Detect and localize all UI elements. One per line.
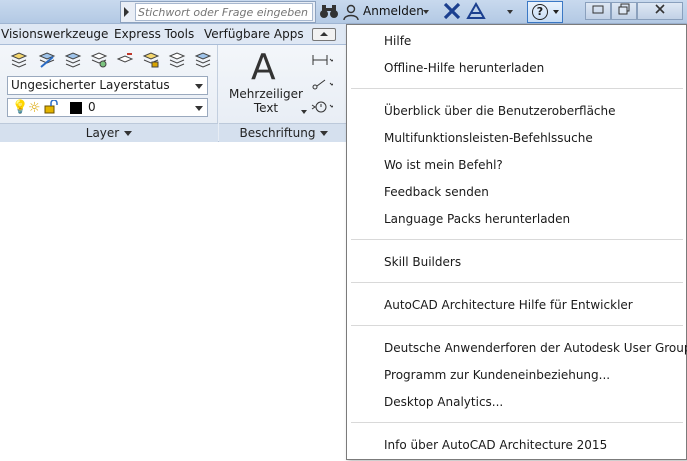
menu-separator	[351, 239, 683, 240]
chevron-down-icon[interactable]	[195, 84, 203, 89]
menu-separator	[351, 88, 683, 89]
help-question-icon: ?	[532, 4, 548, 20]
ribbon-minimize-button[interactable]	[312, 28, 336, 41]
dimension-icon[interactable]	[311, 53, 335, 69]
menu-item-desktop-analytics[interactable]: Desktop Analytics...	[384, 395, 503, 409]
menu-separator	[351, 282, 683, 283]
layer-off-icon[interactable]	[116, 51, 134, 69]
menu-item-language-packs[interactable]: Language Packs herunterladen	[384, 212, 570, 226]
mtext-icon[interactable]: A	[251, 47, 276, 88]
menu-item-developer-help[interactable]: AutoCAD Architecture Hilfe für Entwickle…	[384, 298, 633, 312]
restore-button[interactable]	[611, 2, 637, 20]
menu-item-ribbon-search[interactable]: Multifunktionsleisten-Befehlssuche	[384, 131, 593, 145]
sun-icon: ☼	[28, 100, 41, 116]
menu-item-about[interactable]: Info über AutoCAD Architecture 2015	[384, 438, 607, 452]
annotation-panel: A Mehrzeiliger Text Beschriftung	[219, 45, 349, 142]
layer-panel: Ungesicherter Layerstatus 💡 ☼ 0 Layer	[0, 45, 218, 142]
layer-color-swatch	[70, 102, 82, 114]
menu-item-skill-builders[interactable]: Skill Builders	[384, 255, 461, 269]
search-expand-icon[interactable]	[124, 7, 129, 17]
autodesk-360-icon[interactable]	[466, 1, 486, 22]
menu-item-where-is-command[interactable]: Wo ist mein Befehl?	[384, 158, 503, 172]
search-box	[120, 1, 316, 23]
chevron-down-icon	[320, 131, 329, 136]
exchange-apps-icon[interactable]	[443, 2, 461, 22]
binoculars-search-icon[interactable]	[318, 2, 340, 22]
minimize-button[interactable]	[585, 2, 611, 20]
menu-separator	[351, 422, 683, 423]
annotation-panel-title[interactable]: Beschriftung	[219, 123, 349, 142]
close-button[interactable]	[637, 2, 683, 20]
menu-separator	[351, 325, 683, 326]
unlock-icon	[44, 99, 60, 116]
help-button[interactable]: ?	[527, 1, 563, 23]
menu-item-customer-program[interactable]: Programm zur Kundeneinbeziehung...	[384, 368, 610, 382]
leader-icon[interactable]	[311, 77, 335, 93]
layer-state-value: Ungesicherter Layerstatus	[11, 78, 170, 92]
menu-item-offline-help[interactable]: Offline-Hilfe herunterladen	[384, 61, 544, 75]
lightbulb-icon: 💡	[12, 100, 29, 115]
mtext-button-label[interactable]: Mehrzeiliger Text	[227, 87, 305, 115]
tab-available-apps[interactable]: Verfügbare Apps	[204, 27, 304, 41]
chevron-down-icon[interactable]	[423, 10, 429, 14]
menu-item-hilfe[interactable]: Hilfe	[384, 34, 411, 48]
search-input[interactable]	[135, 3, 313, 21]
layer-match-icon[interactable]	[90, 51, 108, 69]
layer-walk-icon[interactable]	[168, 51, 186, 69]
layer-panel-title[interactable]: Layer	[0, 123, 218, 142]
layer-properties-icon[interactable]	[10, 51, 28, 69]
layer-lock-icon[interactable]	[142, 51, 160, 69]
layer-dropdown[interactable]: 💡 ☼ 0	[7, 98, 208, 117]
tab-express-tools[interactable]: Express Tools	[114, 27, 194, 41]
chevron-down-icon[interactable]	[507, 10, 513, 14]
menu-item-ui-overview[interactable]: Überblick über die Benutzeroberfläche	[384, 104, 616, 118]
user-icon[interactable]	[342, 3, 360, 21]
layer-state-dropdown[interactable]: Ungesicherter Layerstatus	[7, 76, 208, 95]
layer-isolate-icon[interactable]	[38, 51, 56, 69]
tab-visionswerkzeuge[interactable]: Visionswerkzeuge	[1, 27, 108, 41]
table-icon[interactable]	[311, 99, 335, 115]
chevron-down-icon	[124, 131, 133, 136]
help-dropdown-menu: Hilfe Offline-Hilfe herunterladen Überbl…	[346, 24, 687, 460]
chevron-down-icon[interactable]	[195, 106, 203, 111]
sign-in-label[interactable]: Anmelden	[363, 4, 424, 18]
layer-merge-icon[interactable]	[194, 51, 212, 69]
current-layer-name: 0	[88, 100, 96, 114]
menu-item-user-group-forums[interactable]: Deutsche Anwenderforen der Autodesk User…	[384, 341, 687, 355]
layer-freeze-icon[interactable]	[64, 51, 82, 69]
menu-item-send-feedback[interactable]: Feedback senden	[384, 185, 489, 199]
title-bar: Anmelden ?	[0, 0, 687, 24]
chevron-down-icon[interactable]	[301, 110, 307, 114]
chevron-down-icon	[553, 10, 559, 14]
